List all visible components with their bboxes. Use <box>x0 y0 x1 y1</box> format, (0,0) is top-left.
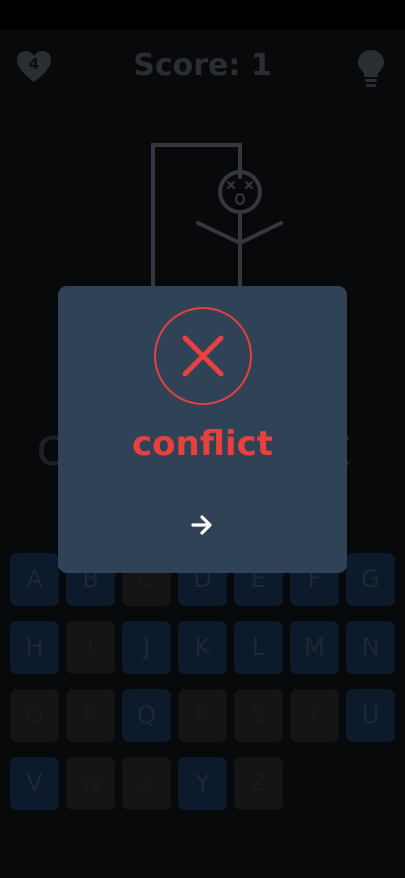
status-bar <box>0 0 405 30</box>
result-dialog: conflict <box>58 286 347 573</box>
answer-word: conflict <box>132 424 273 464</box>
next-button[interactable] <box>177 506 227 546</box>
x-circle-icon <box>154 307 252 405</box>
arrow-right-icon <box>191 515 212 535</box>
